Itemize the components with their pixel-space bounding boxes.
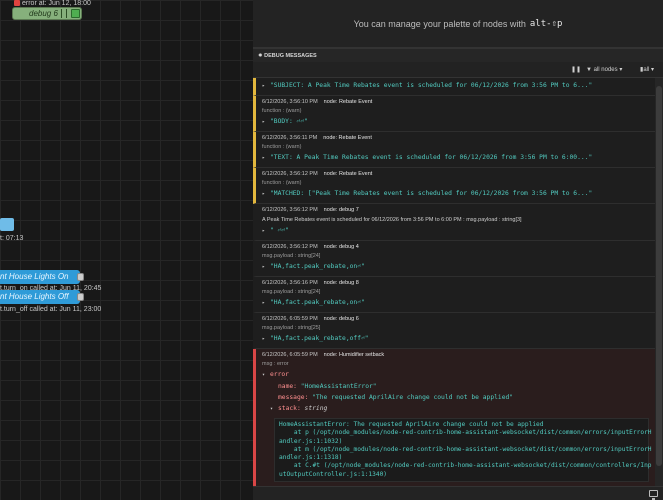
- collapse-caret-icon[interactable]: ▾: [262, 370, 270, 381]
- debug-sidebar-header: ✹ DEBUG MESSAGES: [253, 48, 663, 62]
- debug-message: 6/12/2026, 3:56:12 PM node: debug 4 msg.p…: [253, 241, 655, 277]
- debug-message: 6/12/2026, 6:05:59 PM node: debug 6 msg.p…: [253, 313, 655, 349]
- expand-caret-icon[interactable]: ▸: [262, 117, 270, 128]
- error-status: error at: Jun 12, 18:00: [14, 0, 91, 7]
- error-root[interactable]: ▾ error: [262, 369, 649, 381]
- error-name: name: "HomeAssistantError": [278, 383, 377, 390]
- expand-caret-icon[interactable]: ▸: [262, 262, 270, 273]
- sidebar-footer: [253, 486, 663, 500]
- filter-icon: ▼: [586, 67, 592, 73]
- error-stack[interactable]: ▾ stack: string: [262, 403, 649, 415]
- ha-node-lights-off-status: t.turn_off called at: Jun 11, 23:00: [0, 306, 102, 313]
- stack-trace: HomeAssistantError: The requested AprilA…: [274, 418, 652, 483]
- node-output-port[interactable]: [0, 218, 14, 231]
- scrollbar-thumb[interactable]: [656, 86, 662, 466]
- message-list-scrollbar[interactable]: [655, 78, 663, 486]
- expand-caret-icon[interactable]: ▸: [262, 81, 270, 92]
- debug-message: 6/12/2026, 3:56:11 PM node: Rebate Event …: [253, 132, 655, 168]
- expand-caret-icon[interactable]: ▸: [262, 334, 270, 345]
- debug-toggle-button[interactable]: [71, 9, 80, 18]
- clear-button[interactable]: ▮all ▾: [640, 65, 654, 75]
- expand-caret-icon[interactable]: ▸: [262, 226, 270, 237]
- ha-node-lights-off[interactable]: nt House Lights Off: [0, 290, 80, 304]
- collapse-caret-icon[interactable]: ▾: [270, 404, 278, 415]
- expand-caret-icon[interactable]: ▸: [262, 189, 270, 200]
- palette-hint-bar: You can manage your palette of nodes wit…: [253, 0, 663, 48]
- debug-message: 6/12/2026, 3:56:12 PM node: Rebate Event …: [253, 168, 655, 204]
- error-text: message: "The requested AprilAire change…: [278, 394, 514, 401]
- debug-message: 6/12/2026, 3:56:16 PM node: debug 8 msg.p…: [253, 277, 655, 313]
- filter-button[interactable]: ▼ all nodes ▾: [586, 65, 622, 75]
- debug-message-list[interactable]: ▸ "SUBJECT: A Peak Time Rebates event is …: [253, 78, 655, 486]
- monitor-icon[interactable]: [649, 490, 658, 500]
- expand-caret-icon[interactable]: ▸: [262, 298, 270, 309]
- error-status-icon: [14, 0, 20, 6]
- ha-node-lights-off-port[interactable]: [77, 293, 84, 301]
- palette-shortcut: alt-⇧p: [529, 18, 563, 29]
- debug-message: 6/12/2026, 3:56:12 PM node: debug 7 A Pea…: [253, 204, 655, 241]
- ha-node-lights-on[interactable]: nt House Lights On: [0, 270, 80, 284]
- debug-node-list-icon: [61, 9, 67, 18]
- debug-message: 6/12/2026, 3:56:10 PM node: Rebate Event …: [253, 96, 655, 132]
- node-time-status: t: 07:13: [0, 235, 24, 242]
- debug-node[interactable]: debug 6: [12, 7, 82, 20]
- ha-node-lights-on-port[interactable]: [77, 273, 84, 281]
- pause-button[interactable]: ❚❚: [571, 65, 581, 75]
- debug-error-message: 6/12/2026, 6:05:59 PM node: Humidifier se…: [253, 349, 655, 486]
- flow-workspace[interactable]: error at: Jun 12, 18:00 debug 6 t: 07:13…: [0, 0, 253, 500]
- expand-caret-icon[interactable]: ▸: [262, 153, 270, 164]
- debug-toolbar: ❚❚ ▼ all nodes ▾ ▮all ▾: [253, 62, 663, 78]
- debug-message: ▸ "SUBJECT: A Peak Time Rebates event is …: [253, 78, 655, 96]
